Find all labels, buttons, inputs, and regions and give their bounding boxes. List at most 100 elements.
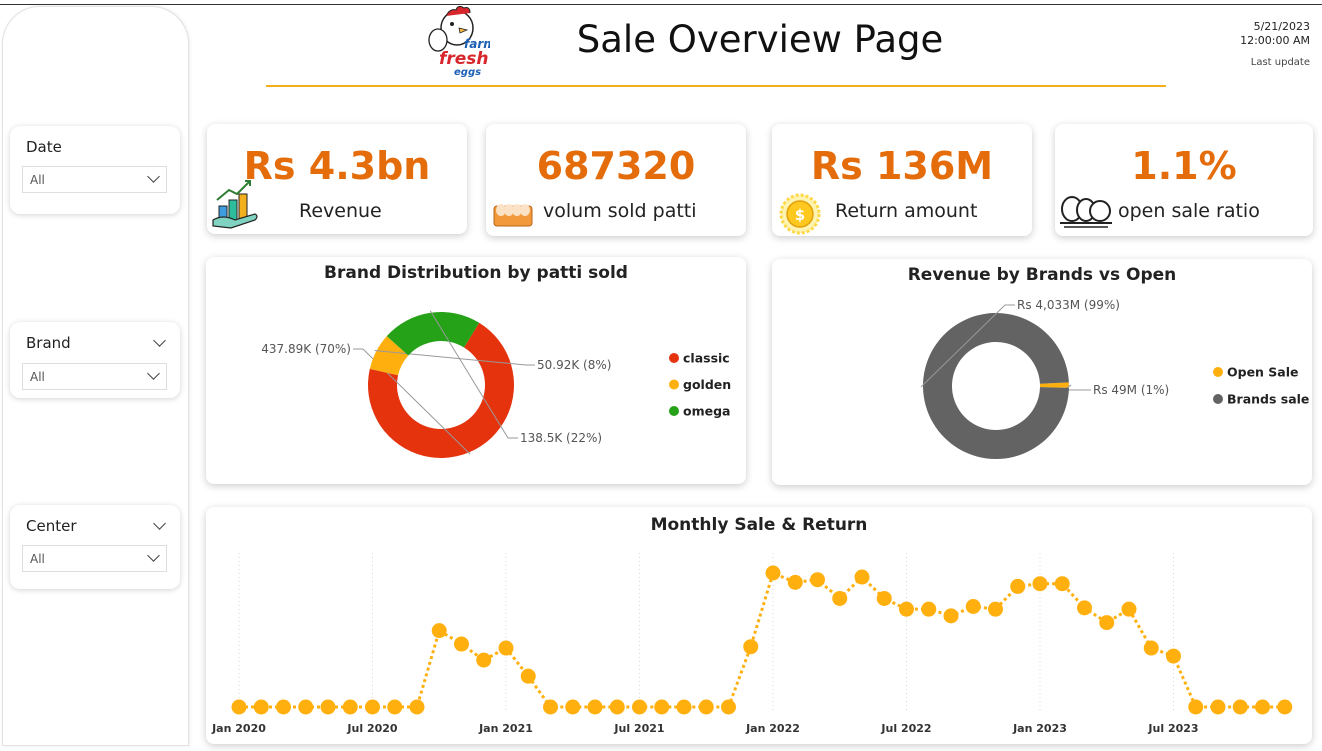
data-point[interactable] — [565, 699, 581, 715]
data-label: Rs 49M (1%) — [1093, 383, 1169, 397]
legend-item[interactable]: golden — [683, 377, 731, 392]
kpi-label: open sale ratio — [1118, 200, 1260, 222]
data-point[interactable] — [609, 699, 625, 715]
data-point[interactable] — [1032, 576, 1048, 592]
kpi-card-return[interactable]: Rs 136M Return amount $ — [772, 124, 1032, 236]
data-point[interactable] — [1277, 699, 1293, 715]
kpi-label: Return amount — [835, 200, 978, 222]
data-label: 437.89K (70%) — [261, 342, 351, 356]
chevron-down-icon — [147, 170, 160, 183]
slicer-title: Brand — [26, 334, 71, 352]
data-point[interactable] — [1232, 699, 1248, 715]
date-slicer[interactable]: Date All — [10, 126, 180, 214]
data-point[interactable] — [1010, 578, 1026, 594]
monthly-sale-return-chart[interactable]: Monthly Sale & Return Jan 2020 Jul 2020 Ja… — [206, 507, 1312, 744]
data-point[interactable] — [320, 699, 336, 715]
data-point[interactable] — [1054, 576, 1070, 592]
data-point[interactable] — [587, 699, 603, 715]
chevron-down-icon[interactable] — [153, 517, 166, 530]
brand-dropdown[interactable]: All — [22, 363, 167, 390]
data-point[interactable] — [1188, 699, 1204, 715]
data-point[interactable] — [810, 572, 825, 588]
data-point[interactable] — [1121, 601, 1137, 617]
data-point[interactable] — [409, 699, 425, 715]
data-point[interactable] — [253, 699, 269, 715]
data-point[interactable] — [787, 574, 803, 590]
brand-donut-svg: 437.89K (70%) 50.92K (8%) 138.5K (22%) clas… — [261, 310, 731, 458]
page-title: Sale Overview Page — [576, 18, 944, 61]
chevron-down-icon[interactable] — [153, 334, 166, 347]
data-point[interactable] — [899, 601, 914, 617]
data-point[interactable] — [632, 699, 647, 715]
data-point[interactable] — [498, 640, 514, 656]
x-tick-label: Jan 2023 — [1012, 722, 1067, 735]
legend-item[interactable]: Open Sale — [1227, 365, 1299, 380]
revenue-brands-vs-open-chart[interactable]: Revenue by Brands vs Open Rs 49M (1%) Rs … — [772, 259, 1312, 485]
kpi-card-open-sale-ratio[interactable]: 1.1% open sale ratio — [1055, 124, 1313, 236]
data-point[interactable] — [231, 699, 247, 715]
data-point[interactable] — [1143, 640, 1159, 656]
sales-line — [239, 570, 1285, 709]
legend-item[interactable]: omega — [683, 404, 730, 419]
data-point[interactable] — [698, 699, 714, 715]
update-time: 12:00:00 AM — [1240, 34, 1310, 47]
data-point[interactable] — [676, 699, 692, 715]
kpi-card-volume[interactable]: 687320 volum sold patti — [486, 124, 746, 236]
data-point[interactable] — [520, 668, 536, 684]
data-point[interactable] — [387, 699, 403, 715]
monthly-line-svg: Jan 2020 Jul 2020 Jan 2021 Jul 2021 Jan 2022… — [211, 553, 1293, 735]
kpi-card-revenue[interactable]: Rs 4.3bn Revenue — [207, 124, 467, 234]
chevron-down-icon — [147, 367, 160, 380]
egg-tray-icon — [493, 204, 533, 227]
data-point[interactable] — [765, 565, 781, 581]
kpi-value: 687320 — [536, 144, 696, 188]
data-point[interactable] — [876, 590, 892, 606]
dropdown-value: All — [30, 173, 45, 187]
farm-fresh-eggs-logo: farm fresh eggs — [428, 6, 490, 78]
legend-item[interactable]: classic — [683, 351, 730, 366]
legend-marker — [669, 353, 679, 363]
data-point[interactable] — [854, 569, 870, 585]
legend-marker — [669, 406, 679, 416]
data-point[interactable] — [431, 623, 447, 639]
data-point[interactable] — [654, 699, 670, 715]
x-tick-label: Jan 2021 — [478, 722, 533, 735]
x-tick-label: Jul 2023 — [1147, 722, 1198, 735]
kpi-label: Revenue — [299, 200, 382, 222]
data-point[interactable] — [988, 601, 1003, 617]
logo-text-fresh: fresh — [439, 49, 489, 69]
data-point[interactable] — [543, 699, 558, 715]
data-point[interactable] — [921, 601, 937, 617]
data-point[interactable] — [743, 639, 759, 655]
center-dropdown[interactable]: All — [22, 545, 167, 572]
data-point[interactable] — [476, 652, 492, 668]
data-point[interactable] — [1099, 615, 1115, 631]
data-point[interactable] — [943, 608, 959, 624]
logo-text-eggs: eggs — [454, 67, 481, 78]
revenue-donut-svg: Rs 49M (1%) Rs 4,033M (99%) Open Sale Brand… — [920, 298, 1309, 459]
slicer-title: Date — [26, 138, 62, 156]
data-point[interactable] — [1077, 600, 1092, 616]
eggs-icon — [1060, 196, 1112, 228]
data-label: 50.92K (8%) — [537, 358, 611, 372]
center-slicer[interactable]: Center All — [10, 505, 180, 589]
legend-item[interactable]: Brands sale — [1227, 392, 1309, 407]
kpi-value: Rs 136M — [810, 144, 994, 188]
data-point[interactable] — [1166, 648, 1181, 664]
date-dropdown[interactable]: All — [22, 166, 167, 193]
data-point[interactable] — [276, 699, 291, 715]
data-point[interactable] — [965, 599, 981, 614]
data-point[interactable] — [721, 699, 736, 715]
brand-slicer[interactable]: Brand All — [10, 322, 180, 398]
data-point[interactable] — [1255, 699, 1270, 715]
data-point[interactable] — [342, 699, 358, 715]
data-point[interactable] — [298, 699, 314, 715]
data-point[interactable] — [365, 699, 380, 715]
data-point[interactable] — [832, 590, 848, 606]
data-point[interactable] — [454, 636, 469, 652]
data-point[interactable] — [1210, 699, 1226, 715]
kpi-value: 1.1% — [1131, 144, 1237, 188]
coin-icon: $ — [779, 193, 821, 235]
brand-distribution-chart[interactable]: Brand Distribution by patti sold 437.89K… — [206, 257, 746, 484]
legend-marker — [1213, 394, 1223, 404]
